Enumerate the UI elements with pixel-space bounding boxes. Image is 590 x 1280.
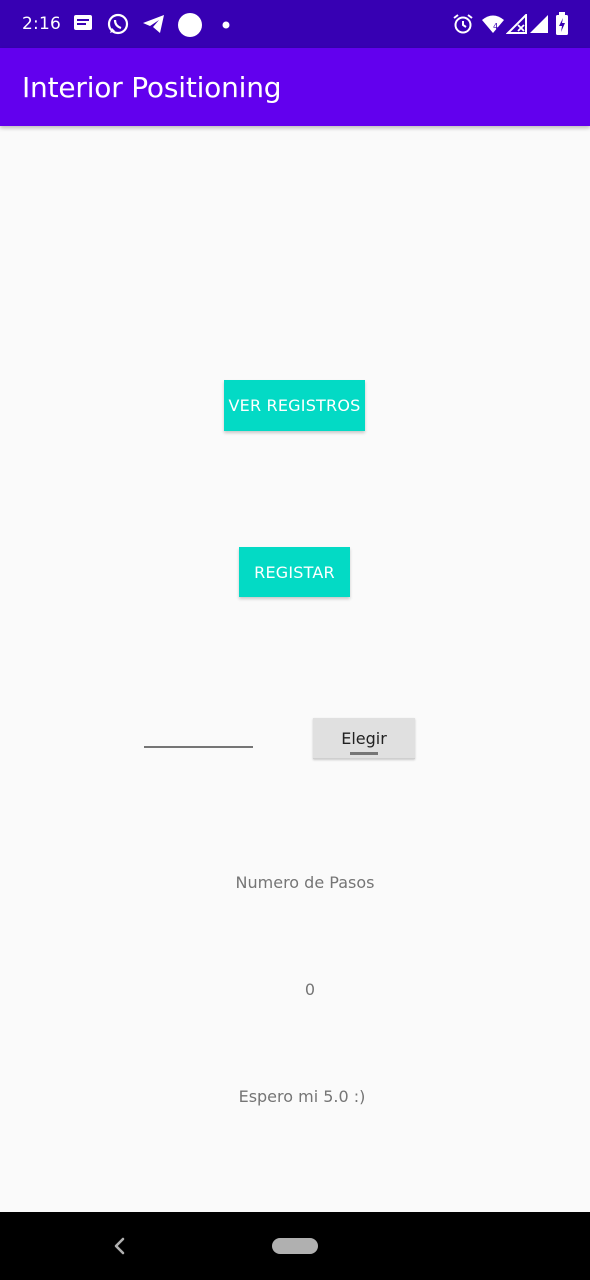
signal-full-icon	[530, 15, 548, 33]
wifi-icon: 4	[482, 15, 504, 33]
steps-label: Numero de Pasos	[235, 873, 375, 892]
status-bar: 2:16 4	[0, 0, 590, 48]
message-icon	[74, 15, 92, 30]
footer-text: Espero mi 5.0 :)	[238, 1087, 366, 1106]
app-title: Interior Positioning	[22, 71, 282, 104]
home-pill-icon[interactable]	[272, 1238, 318, 1254]
elegir-underline	[350, 752, 378, 755]
app-bar: Interior Positioning	[0, 48, 590, 126]
circle-icon	[178, 13, 202, 37]
elegir-button[interactable]: Elegir	[313, 718, 415, 759]
ver-registros-button[interactable]: VER REGISTROS	[224, 380, 365, 431]
back-icon[interactable]	[108, 1234, 132, 1258]
elegir-label: Elegir	[341, 729, 387, 748]
battery-icon	[556, 12, 568, 35]
dot-icon	[222, 21, 230, 29]
edit-field-underline	[144, 746, 253, 748]
whatsapp-icon	[107, 13, 129, 35]
nav-bar	[0, 1212, 590, 1280]
steps-count: 0	[304, 980, 316, 999]
svg-text:4: 4	[493, 22, 498, 31]
alarm-icon	[453, 14, 473, 34]
name-edit-field[interactable]	[144, 712, 253, 748]
registar-button[interactable]: REGISTAR	[239, 547, 350, 597]
telegram-icon	[143, 15, 164, 33]
signal-icon	[506, 14, 527, 34]
status-time: 2:16	[22, 14, 61, 34]
